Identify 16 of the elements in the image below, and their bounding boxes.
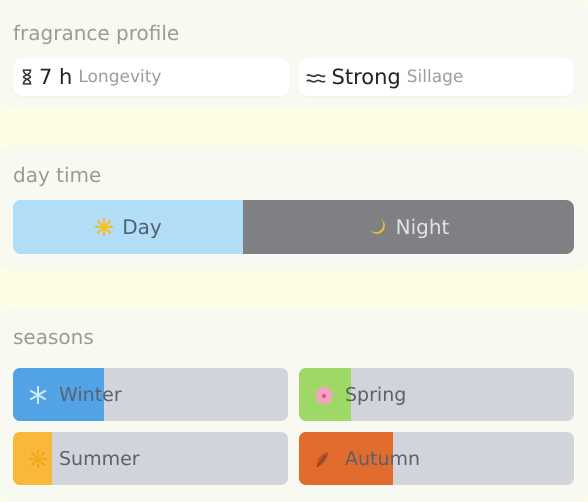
flower-icon (314, 384, 334, 404)
snowflake-icon (28, 384, 48, 404)
stat-label: Longevity (78, 67, 162, 87)
stat-value: 7 h (39, 65, 72, 89)
sun-icon (28, 448, 48, 468)
stat-label: Sillage (406, 67, 464, 87)
time-label: Night (396, 215, 450, 239)
hourglass-icon (21, 68, 33, 86)
time-label: Day (122, 215, 162, 239)
section-title: day time (13, 162, 102, 188)
season-label: Summer (59, 448, 140, 470)
moon-icon (368, 217, 388, 237)
sun-icon (94, 217, 114, 237)
section-title: seasons (13, 324, 95, 350)
stat-value: Strong (332, 65, 401, 89)
section-title: fragrance profile (13, 20, 180, 46)
